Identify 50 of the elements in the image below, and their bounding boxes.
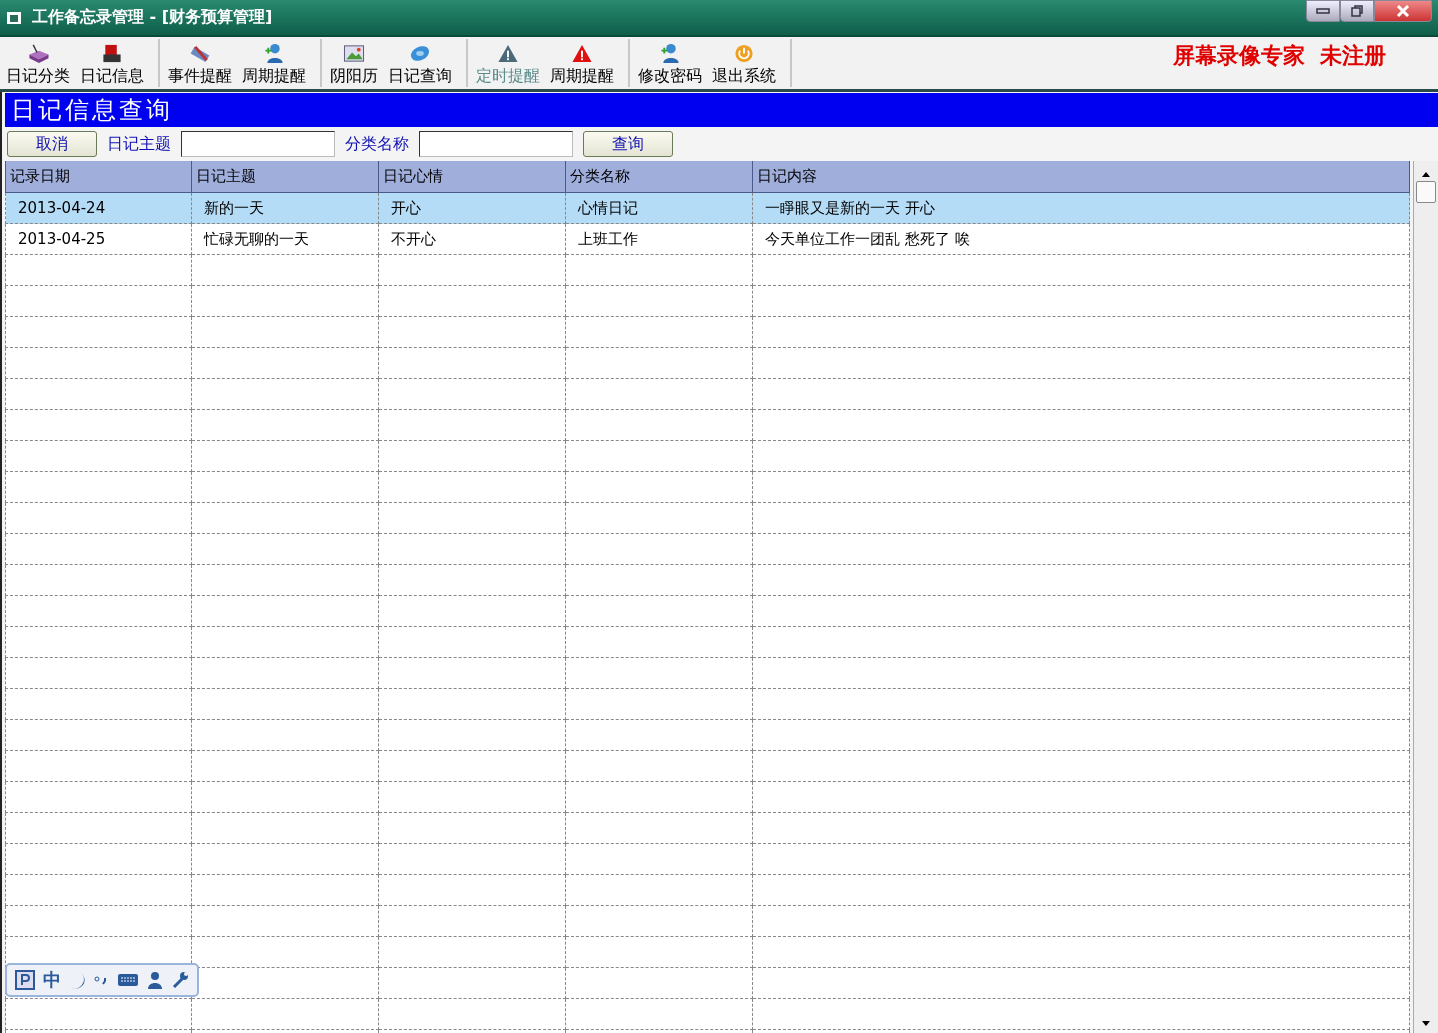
toolbar-button[interactable]: 日记分类 — [4, 39, 72, 87]
toolbar-button[interactable]: 日记信息 — [78, 39, 146, 87]
field-label: 日记主题 — [107, 133, 171, 155]
panel-title: 日记信息查询 — [5, 93, 1438, 127]
table-cell: 心情日记 — [565, 192, 753, 224]
input-field[interactable] — [419, 131, 573, 157]
wrench-icon[interactable] — [171, 971, 189, 989]
picture-icon — [341, 43, 367, 64]
close-icon — [1396, 5, 1410, 17]
table-row[interactable]: 2013-04-24 新的一天 开心 心情日记 一睜眼又是新的一天 开心 — [5, 192, 1410, 224]
table-cell: 今天单位工作一团乱 愁死了 唉 — [752, 223, 1410, 255]
toolbar-button[interactable]: 退出系统 — [710, 39, 778, 87]
registration-notice: 屏幕录像专家 未注册 — [1172, 42, 1386, 70]
column-header[interactable]: 日记心情 — [378, 161, 566, 193]
column-header[interactable]: 日记内容 — [752, 161, 1410, 193]
table-cell: 开心 — [378, 192, 566, 224]
table-cell: 新的一天 — [191, 192, 379, 224]
keyboard-icon[interactable] — [117, 973, 139, 987]
table-cell: 一睜眼又是新的一天 开心 — [752, 192, 1410, 224]
scrollbar-thumb[interactable] — [1416, 181, 1436, 203]
restore-button[interactable] — [1340, 0, 1374, 22]
toolbar-button[interactable]: 周期提醒 — [548, 39, 616, 87]
column-header[interactable]: 记录日期 — [5, 161, 192, 193]
column-header[interactable]: 分类名称 — [565, 161, 753, 193]
query-button[interactable]: 查询 — [583, 131, 673, 157]
user-icon[interactable] — [147, 971, 163, 989]
table-cell: 不开心 — [378, 223, 566, 255]
p-mark-icon[interactable] — [15, 970, 35, 990]
cancel-button[interactable]: 取消 — [7, 131, 97, 157]
minimize-icon — [1316, 8, 1330, 14]
input-field[interactable] — [181, 131, 335, 157]
toolbar-button[interactable]: 周期提醒 — [240, 39, 308, 87]
toolbar-button[interactable]: 事件提醒 — [166, 39, 234, 87]
table-cell: 2013-04-24 — [5, 192, 192, 224]
table-cell: 忙碌无聊的一天 — [191, 223, 379, 255]
app-icon — [6, 9, 24, 26]
toolbar-button[interactable]: 日记查询 — [386, 39, 454, 87]
toolbar-button[interactable]: 修改密码 — [636, 39, 704, 87]
column-header[interactable]: 日记主题 — [191, 161, 379, 193]
close-button[interactable] — [1374, 0, 1432, 22]
restore-icon — [1350, 4, 1364, 18]
punctuation-icon[interactable] — [93, 975, 109, 985]
table-cell: 2013-04-25 — [5, 223, 192, 255]
minimize-button[interactable] — [1306, 0, 1340, 22]
toolbar-button[interactable]: 阴阳历 — [328, 39, 380, 87]
field-label: 分类名称 — [345, 133, 409, 155]
input-mode-toggle[interactable]: 中 — [43, 968, 61, 992]
table-row[interactable]: 2013-04-25 忙碌无聊的一天 不开心 上班工作 今天单位工作一团乱 愁死了 唉 — [5, 223, 1410, 255]
window-title: 工作备忘录管理 - [财务预算管理] — [32, 7, 274, 28]
table-cell: 上班工作 — [565, 223, 753, 255]
